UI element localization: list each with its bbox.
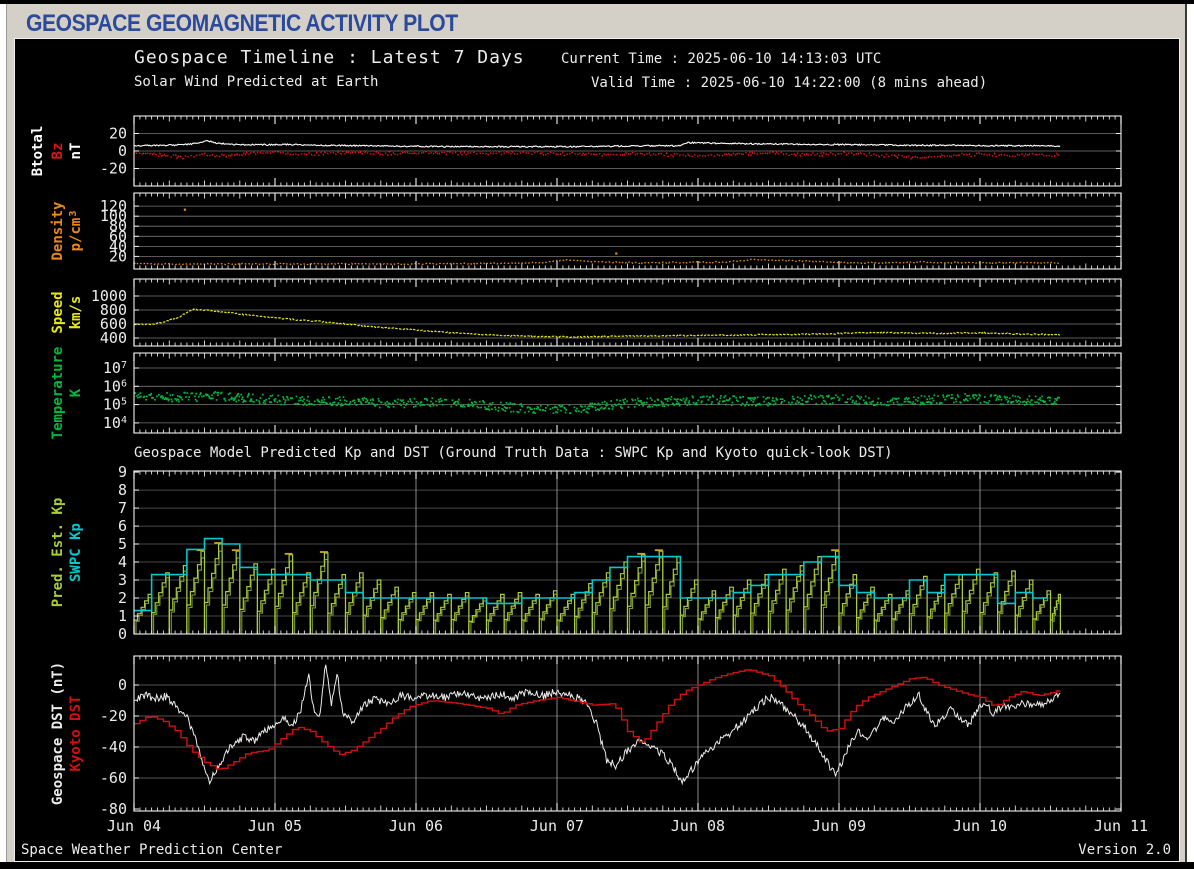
y-tick-label: -40 (100, 738, 127, 756)
series-speed (133, 308, 1061, 339)
series-btotal (133, 140, 1061, 149)
x-tick-label: Jun 07 (530, 817, 584, 835)
y-tick-label: -20 (100, 160, 127, 178)
panel-kp: 9876543210 Pred. Est. Kp SWPC Kp (50, 463, 1122, 643)
y-tick-label: 400 (100, 329, 127, 347)
x-tick-label: Jun 06 (389, 817, 443, 835)
axis-label-solar-wind-b: nT (68, 143, 84, 160)
axis-label-temperature: K (68, 388, 84, 397)
axis-label-density: p/cm3 (68, 211, 84, 252)
solar-wind-subtitle: Solar Wind Predicted at Earth (134, 74, 379, 90)
series-bz (133, 149, 1061, 161)
y-tick-label: -80 (100, 800, 127, 818)
left-gutter (0, 4, 7, 862)
x-tick-label: Jun 08 (671, 817, 725, 835)
axis-label-density: Density (50, 201, 66, 261)
tick-marks (133, 656, 1122, 811)
y-tick-label: 8 (118, 481, 127, 499)
y-tick-label: 2 (118, 589, 127, 607)
series-temperature-scatter (134, 391, 1060, 415)
y-tick-label: 107 (103, 359, 127, 377)
x-tick-label: Jun 11 (1094, 817, 1148, 835)
y-tick-label: 5 (118, 535, 127, 553)
kp-dst-section-title: Geospace Model Predicted Kp and DST (Gro… (134, 445, 893, 461)
x-tick-label: Jun 05 (248, 817, 302, 835)
geospace-activity-page: GEOSPACE GEOMAGNETIC ACTIVITY PLOT 20 0 -2… (0, 0, 1194, 869)
page-title: GEOSPACE GEOMAGNETIC ACTIVITY PLOT (26, 10, 458, 37)
series-pred-est-kp (133, 542, 1061, 634)
y-tick-label: 20 (109, 125, 127, 143)
valid-time-label: Valid Time : 2025-06-10 14:22:00 (8 mins… (591, 75, 988, 91)
y-tick-label: 0 (118, 142, 127, 160)
y-tick-label: 9 (118, 463, 127, 481)
geospace-plot-image: 20 0 -20 Btotal Bz nT 120 100 80 60 40 20 Density p/c… (14, 38, 1180, 862)
y-tick-label: 104 (103, 414, 127, 432)
axis-label-solar-wind-b: Btotal (30, 126, 46, 177)
panel-speed: 1000800600400Speed km/s (50, 278, 1122, 347)
y-tick-label: -20 (100, 707, 127, 725)
axis-label-solar-wind-b: Bz (50, 143, 66, 160)
y-tick-label: 106 (103, 377, 127, 395)
axis-label-speed: km/s (68, 296, 84, 330)
axis-label-kp: Pred. Est. Kp (50, 498, 66, 608)
right-gutter (1187, 4, 1194, 862)
y-tick-label: 1 (118, 607, 127, 625)
plot-title: Geospace Timeline : Latest 7 Days (134, 47, 525, 68)
y-tick-label: 4 (118, 553, 127, 571)
current-time-label: Current Time : 2025-06-10 14:13:03 UTC (561, 51, 882, 67)
series-swpc-kp (134, 537, 1048, 612)
y-tick-label: 0 (118, 625, 127, 643)
footer-version-label: Version 2.0 (1078, 842, 1171, 858)
y-tick-label: -60 (100, 769, 127, 787)
panel-density: 12010080604020Density p/cm3 (50, 192, 1122, 270)
x-tick-label: Jun 09 (812, 817, 866, 835)
top-border (0, 0, 1194, 4)
series-geospace-dst (133, 664, 1061, 786)
x-tick-label: Jun 04 (107, 817, 161, 835)
bottom-border (0, 862, 1194, 869)
axis-label-temperature: Temperature (50, 347, 66, 440)
x-tick-label: Jun 10 (953, 817, 1007, 835)
y-tick-label: 7 (118, 499, 127, 517)
y-tick-label: 105 (103, 396, 127, 414)
panel-dst: 0 -20 -40 -60 -80 Geospace DST (nT) Kyoto DST (50, 655, 1122, 818)
tick-marks (133, 193, 1122, 269)
y-tick-label: 20 (109, 247, 127, 265)
axis-label-dst: Geospace DST (nT) (50, 662, 66, 805)
y-tick-label: 6 (118, 517, 127, 535)
axis-label-speed: Speed (50, 291, 66, 333)
y-tick-label: 0 (118, 676, 127, 694)
y-tick-label: 3 (118, 571, 127, 589)
footer-swpc-label: Space Weather Prediction Center (21, 842, 283, 858)
panel-solar-wind-b: 200-20 Btotal Bz nT (30, 115, 1122, 187)
series-density (133, 258, 1061, 266)
panel-temperature: 107106105104 Temperature K (50, 347, 1122, 440)
tick-marks (133, 353, 1122, 433)
axis-label-kp: SWPC Kp (68, 523, 84, 582)
axis-label-dst: Kyoto DST (68, 696, 84, 772)
